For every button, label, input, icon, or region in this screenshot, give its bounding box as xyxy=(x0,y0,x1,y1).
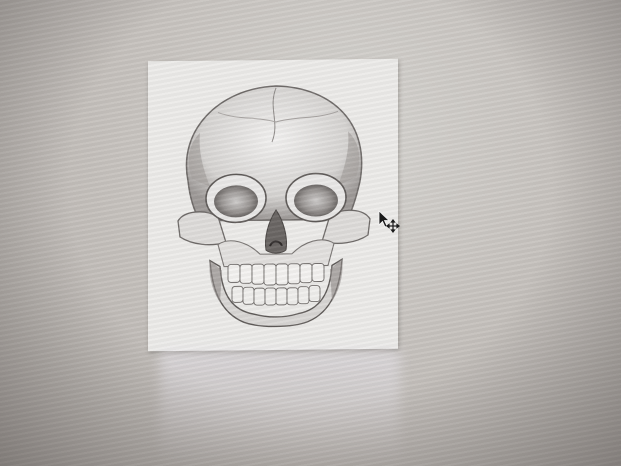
skull-drawing xyxy=(177,85,371,328)
screen-reflection xyxy=(160,350,400,466)
desktop-screen xyxy=(0,0,621,466)
lower-teeth xyxy=(231,285,321,306)
upper-teeth xyxy=(227,263,325,286)
image-window[interactable] xyxy=(148,58,398,352)
